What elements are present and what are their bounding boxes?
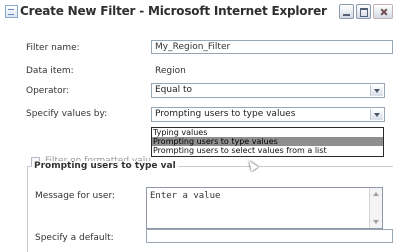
option-prompt-type[interactable]: Prompting users to type values: [152, 137, 383, 146]
dialog-window: Create New Filter - Microsoft Internet E…: [0, 0, 393, 252]
window-title: Create New Filter - Microsoft Internet E…: [20, 4, 327, 18]
filter-name-label: Filter name:: [26, 43, 80, 53]
operator-select[interactable]: Equal to: [151, 83, 385, 98]
specify-values-select[interactable]: Prompting users to type values: [151, 107, 385, 122]
data-item-value: Region: [155, 66, 186, 76]
specify-values-dropdown[interactable]: Typing values Prompting users to type va…: [151, 127, 384, 157]
filter-name-field[interactable]: My_Region_Filter: [151, 40, 393, 54]
message-textarea[interactable]: Enter a value: [146, 187, 383, 229]
option-prompt-select[interactable]: Prompting users to select values from a …: [152, 146, 383, 155]
default-field[interactable]: [146, 229, 393, 243]
title-bar: Create New Filter - Microsoft Internet E…: [0, 0, 393, 24]
minimize-button[interactable]: [339, 4, 354, 19]
specify-values-label: Specify values by:: [26, 109, 108, 119]
specify-values-value: Prompting users to type values: [155, 109, 296, 119]
operator-label: Operator:: [26, 86, 70, 96]
close-button[interactable]: [373, 4, 393, 19]
message-value: Enter a value: [150, 191, 221, 201]
data-item-label: Data item:: [26, 66, 74, 76]
chevron-down-icon[interactable]: [370, 85, 383, 96]
prompt-group-legend: Prompting users to type val: [32, 161, 178, 171]
app-icon: [5, 5, 18, 18]
message-label: Message for user:: [35, 191, 116, 201]
scrollbar[interactable]: [369, 188, 382, 228]
operator-value: Equal to: [155, 85, 193, 95]
dialog-content: Filter name: My_Region_Filter Data item:…: [0, 23, 393, 252]
maximize-button[interactable]: [356, 4, 371, 19]
chevron-down-icon[interactable]: [370, 109, 383, 120]
default-label: Specify a default:: [35, 233, 114, 243]
option-typing-values[interactable]: Typing values: [152, 128, 383, 137]
